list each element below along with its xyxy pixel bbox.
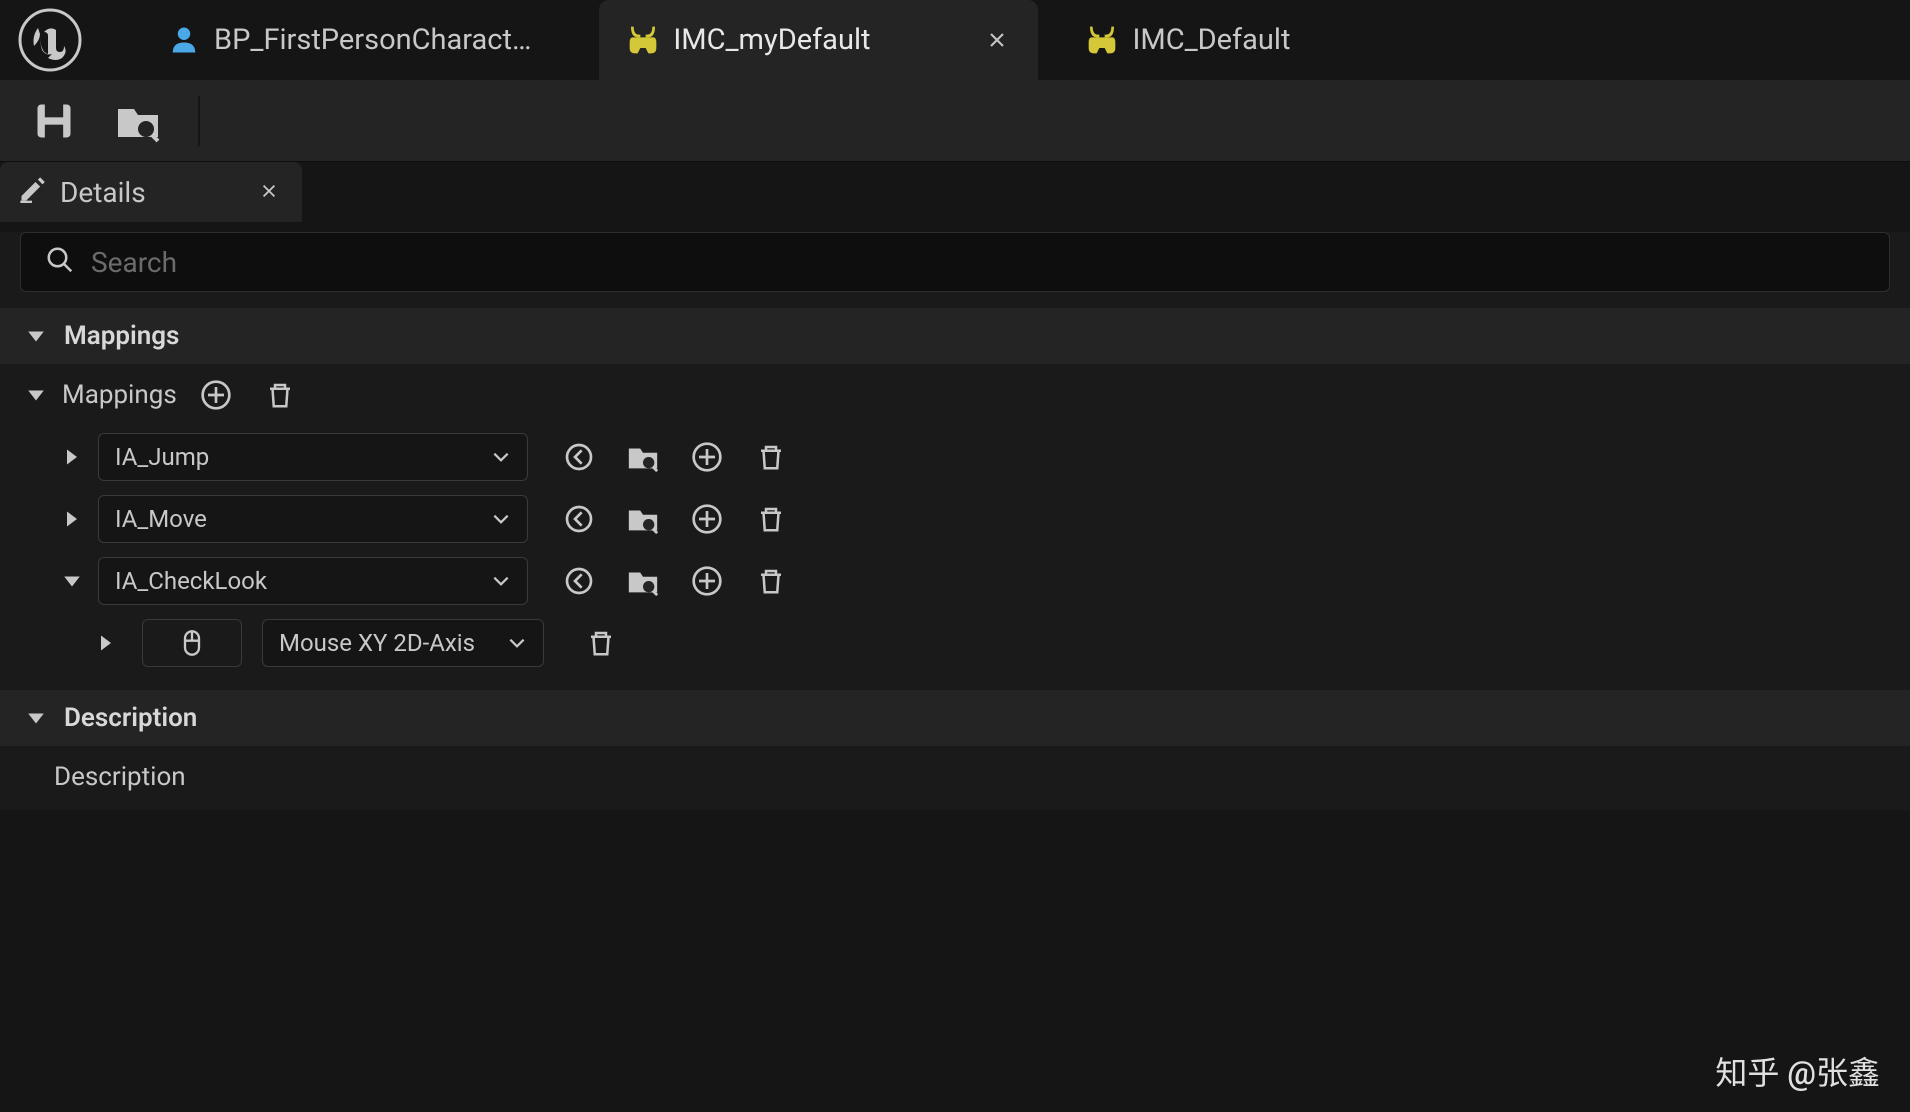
expand-icon[interactable] (24, 706, 48, 730)
mapping-row-ia-jump: IA_Jump (0, 426, 1910, 488)
dropdown-value: Mouse XY 2D-Axis (279, 629, 475, 657)
toolbar (0, 80, 1910, 162)
expand-icon[interactable] (24, 324, 48, 348)
tab-bp-firstperson[interactable]: BP_FirstPersonCharact… (140, 0, 559, 80)
use-selected-button[interactable] (560, 500, 598, 538)
search-icon (45, 245, 75, 279)
use-selected-button[interactable] (560, 562, 598, 600)
browse-button[interactable] (114, 97, 162, 145)
close-icon[interactable] (984, 27, 1010, 53)
section-description-header[interactable]: Description (0, 690, 1910, 746)
key-icon-selector[interactable] (142, 619, 242, 667)
tab-label: IMC_Default (1132, 23, 1290, 57)
binding-row-mouse-xy: Mouse XY 2D-Axis (0, 612, 1910, 674)
expand-icon[interactable] (60, 507, 84, 531)
browse-asset-button[interactable] (624, 500, 662, 538)
tab-label: IMC_myDefault (673, 23, 870, 57)
add-binding-button[interactable] (688, 562, 726, 600)
use-selected-button[interactable] (560, 438, 598, 476)
tab-imc-mydefault[interactable]: IMC_myDefault (599, 0, 1038, 80)
add-binding-button[interactable] (688, 500, 726, 538)
description-label: Description (54, 762, 186, 792)
add-mapping-button[interactable] (197, 376, 235, 414)
input-action-dropdown[interactable]: IA_Move (98, 495, 528, 543)
section-title: Description (64, 703, 197, 733)
mappings-label: Mappings (62, 380, 177, 410)
tab-label: BP_FirstPersonCharact… (214, 23, 531, 57)
section-title: Mappings (64, 321, 179, 351)
details-panel-tab[interactable]: Details (0, 162, 302, 222)
search-input[interactable] (91, 246, 1865, 279)
mapping-row-ia-move: IA_Move (0, 488, 1910, 550)
input-action-dropdown[interactable]: IA_CheckLook (98, 557, 528, 605)
input-action-dropdown[interactable]: IA_Jump (98, 433, 528, 481)
expand-icon[interactable] (94, 631, 118, 655)
browse-asset-button[interactable] (624, 438, 662, 476)
search-row (20, 232, 1890, 292)
browse-asset-button[interactable] (624, 562, 662, 600)
panel-header: Details (0, 162, 1910, 222)
mappings-array-row: Mappings (0, 364, 1910, 426)
tabs-bar: BP_FirstPersonCharact… IMC_myDefault IMC… (0, 0, 1910, 80)
delete-binding-button[interactable] (582, 624, 620, 662)
edit-icon (18, 175, 46, 210)
dropdown-value: IA_CheckLook (115, 567, 267, 595)
section-mappings-header[interactable]: Mappings (0, 308, 1910, 364)
expand-icon[interactable] (24, 383, 48, 407)
controller-icon (1086, 24, 1118, 56)
app-logo (0, 0, 100, 80)
tab-imc-default[interactable]: IMC_Default (1058, 0, 1318, 80)
description-row: Description (0, 746, 1910, 808)
mapping-row-ia-checklook: IA_CheckLook (0, 550, 1910, 612)
save-button[interactable] (30, 97, 78, 145)
clear-mappings-button[interactable] (261, 376, 299, 414)
expand-icon[interactable] (60, 445, 84, 469)
person-icon (168, 24, 200, 56)
dropdown-value: IA_Move (115, 505, 207, 533)
delete-mapping-button[interactable] (752, 500, 790, 538)
key-dropdown[interactable]: Mouse XY 2D-Axis (262, 619, 544, 667)
panel-title: Details (60, 176, 146, 209)
mouse-icon (178, 629, 206, 657)
controller-icon (627, 24, 659, 56)
toolbar-separator (198, 96, 200, 146)
close-icon[interactable] (260, 177, 278, 207)
dropdown-value: IA_Jump (115, 443, 209, 471)
delete-mapping-button[interactable] (752, 562, 790, 600)
watermark: 知乎 @张鑫 (1715, 1048, 1880, 1094)
delete-mapping-button[interactable] (752, 438, 790, 476)
expand-icon[interactable] (60, 569, 84, 593)
add-binding-button[interactable] (688, 438, 726, 476)
